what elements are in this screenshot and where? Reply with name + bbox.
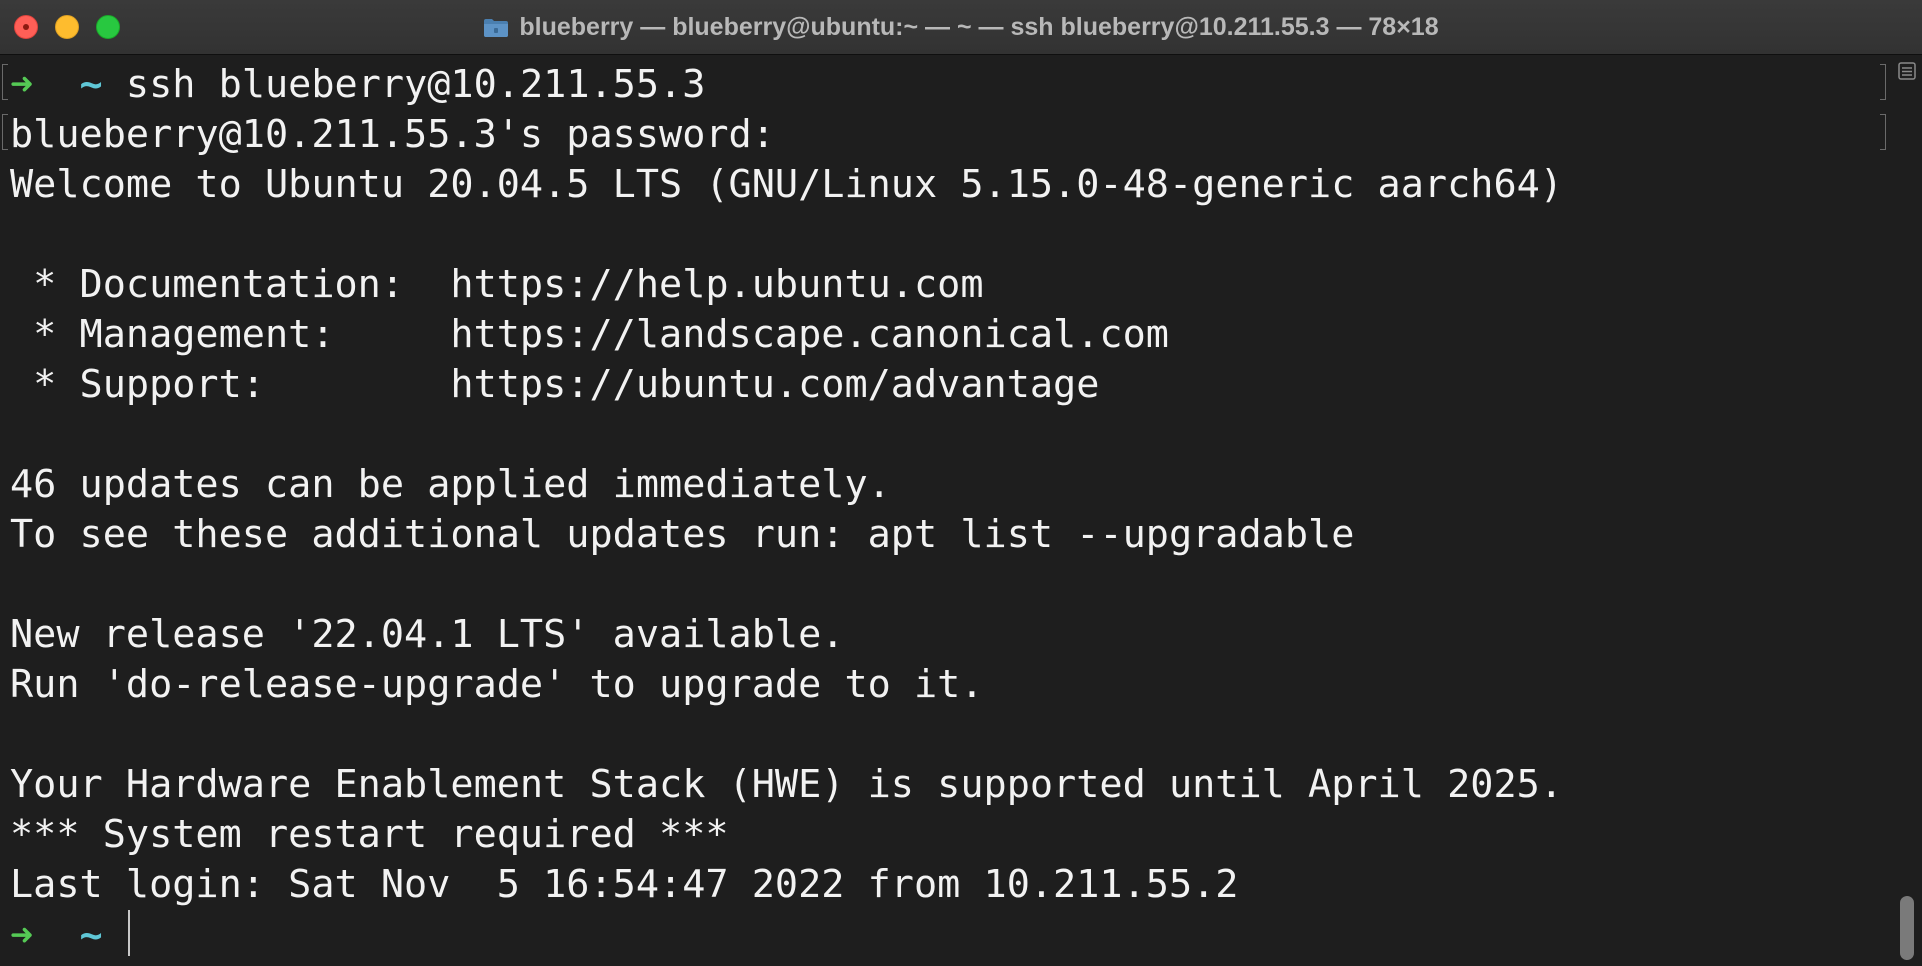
output-line: To see these additional updates run: apt… bbox=[10, 512, 1355, 557]
terminal-output[interactable]: ➜ ~ ssh blueberry@10.211.55.3 blueberry@… bbox=[0, 56, 1890, 966]
prompt-directory: ~ bbox=[79, 913, 103, 958]
output-line: Last login: Sat Nov 5 16:54:47 2022 from… bbox=[10, 862, 1239, 907]
output-line: New release '22.04.1 LTS' available. bbox=[10, 612, 845, 657]
title-bar[interactable]: blueberry — blueberry@ubuntu:~ — ~ — ssh… bbox=[0, 0, 1922, 55]
output-line: Run 'do-release-upgrade' to upgrade to i… bbox=[10, 662, 984, 707]
title-container: blueberry — blueberry@ubuntu:~ — ~ — ssh… bbox=[0, 0, 1922, 55]
inspector-toggle-icon[interactable] bbox=[1898, 62, 1916, 80]
output-line: 46 updates can be applied immediately. bbox=[10, 462, 891, 507]
output-line: * Management: https://landscape.canonica… bbox=[10, 312, 1169, 357]
command-text: ssh blueberry@10.211.55.3 bbox=[125, 62, 706, 107]
prompt-line: ➜ ~ bbox=[10, 910, 1890, 960]
mark-bracket bbox=[1880, 114, 1886, 150]
command-line: ➜ ~ ssh blueberry@10.211.55.3 bbox=[10, 60, 1890, 110]
text-cursor bbox=[127, 910, 130, 956]
output-line: Your Hardware Enablement Stack (HWE) is … bbox=[10, 762, 1563, 807]
mark-bracket bbox=[2, 64, 8, 100]
output-line: * Support: https://ubuntu.com/advantage bbox=[10, 362, 1100, 407]
prompt-arrow-icon: ➜ bbox=[10, 913, 34, 958]
mark-bracket bbox=[2, 114, 8, 150]
output-line: *** System restart required *** bbox=[10, 812, 729, 857]
output-line: Welcome to Ubuntu 20.04.5 LTS (GNU/Linux… bbox=[10, 162, 1563, 207]
mark-bracket bbox=[1880, 64, 1886, 100]
output-line: * Documentation: https://help.ubuntu.com bbox=[10, 262, 984, 307]
output-line: blueberry@10.211.55.3's password: bbox=[10, 112, 775, 157]
folder-icon bbox=[483, 18, 509, 38]
window-title: blueberry — blueberry@ubuntu:~ — ~ — ssh… bbox=[519, 13, 1439, 41]
prompt-arrow-icon: ➜ bbox=[10, 62, 34, 107]
prompt-directory: ~ bbox=[79, 62, 103, 107]
scrollbar-thumb[interactable] bbox=[1900, 896, 1914, 960]
scrollbar[interactable] bbox=[1890, 56, 1922, 966]
terminal-window: blueberry — blueberry@ubuntu:~ — ~ — ssh… bbox=[0, 0, 1922, 966]
